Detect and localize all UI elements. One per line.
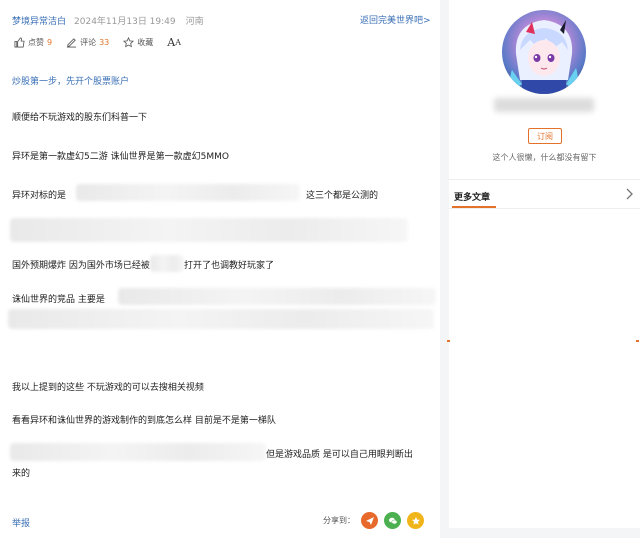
paragraph-4-end: 打开了也调教好玩家了 — [184, 261, 275, 271]
like-button[interactable]: 点赞 9 — [14, 37, 52, 48]
author-name-redacted — [494, 98, 594, 112]
tab-underline — [449, 208, 640, 209]
redacted-block — [10, 443, 266, 461]
anime-avatar-illustration — [510, 20, 578, 94]
scroll-marker — [447, 340, 450, 342]
author-avatar[interactable] — [502, 10, 586, 94]
report-link[interactable]: 举报 — [12, 516, 30, 529]
edit-icon — [67, 38, 77, 48]
like-count: 9 — [47, 38, 53, 47]
paragraph-3-start: 异环对标的是 — [12, 191, 67, 201]
paragraph-8-cont: 来的 — [12, 469, 31, 479]
redacted-block — [150, 255, 184, 272]
article-actions: 点赞 9 评论 33 收藏 AA — [14, 36, 195, 49]
scroll-marker — [636, 340, 639, 342]
star-icon — [123, 37, 135, 48]
share-wechat-button[interactable] — [384, 512, 401, 529]
back-to-forum-link[interactable]: 返回完美世界吧> — [360, 13, 431, 26]
author-sidebar: 订阅 这个人很懒，什么都没有留下 更多文章 — [449, 0, 640, 528]
thumbs-up-icon — [14, 37, 25, 48]
redacted-block — [10, 218, 408, 242]
paragraph-8-end: 但是游戏品质 是可以自己用眼判断出 — [266, 450, 413, 460]
paragraph-2: 异环是第一款虚幻5二游 诛仙世界是第一款虚幻5MMO — [12, 152, 229, 162]
paper-plane-icon — [365, 516, 374, 525]
like-label: 点赞 — [28, 38, 44, 47]
paragraph-3-end: 这三个都是公测的 — [306, 191, 379, 201]
article-meta: 梦境异常洁白 2024年11月13日 19:49 河南 — [12, 13, 204, 27]
star-icon — [411, 516, 420, 525]
share-bar: 分享到： — [323, 512, 424, 529]
comment-label: 评论 — [80, 38, 97, 47]
share-weibo-button[interactable] — [361, 512, 378, 529]
tab-more-articles[interactable]: 更多文章 — [454, 190, 490, 203]
share-label: 分享到： — [323, 516, 355, 525]
promo-link[interactable]: 炒股第一步，先开个股票账户 — [12, 74, 129, 87]
chevron-right-icon[interactable] — [624, 188, 634, 200]
redacted-block — [76, 184, 300, 201]
comment-count: 33 — [99, 38, 110, 47]
subscribe-button[interactable]: 订阅 — [528, 128, 562, 144]
post-location: 河南 — [185, 16, 204, 27]
favorite-label: 收藏 — [137, 38, 154, 47]
author-bio: 这个人很懒，什么都没有留下 — [492, 153, 597, 162]
favorite-button[interactable]: 收藏 — [123, 37, 153, 48]
comment-button[interactable]: 评论 33 — [66, 37, 109, 48]
paragraph-1: 顺便给不玩游戏的股东们科普一下 — [12, 113, 148, 123]
author-link[interactable]: 梦境异常洁白 — [12, 14, 66, 27]
article-panel: 梦境异常洁白 2024年11月13日 19:49 河南 返回完美世界吧> 点赞 … — [0, 0, 440, 538]
post-date: 2024年11月13日 19:49 — [74, 16, 176, 27]
font-size-button[interactable]: AA — [167, 36, 181, 49]
paragraph-5: 诛仙世界的竞品 主要是 — [12, 295, 105, 305]
paragraph-6: 我以上提到的这些 不玩游戏的可以去搜相关视频 — [12, 383, 204, 393]
wechat-icon — [388, 517, 397, 524]
redacted-block — [8, 309, 434, 329]
sidebar-divider — [449, 179, 640, 180]
redacted-block — [118, 288, 436, 305]
share-qzone-button[interactable] — [407, 512, 424, 529]
font-size-small: A — [175, 38, 182, 47]
paragraph-7: 看看异环和诛仙世界的游戏制作的到底怎么样 目前是不是第一梯队 — [12, 416, 276, 426]
paragraph-4-start: 国外预期爆炸 因为国外市场已经被 — [12, 261, 150, 271]
